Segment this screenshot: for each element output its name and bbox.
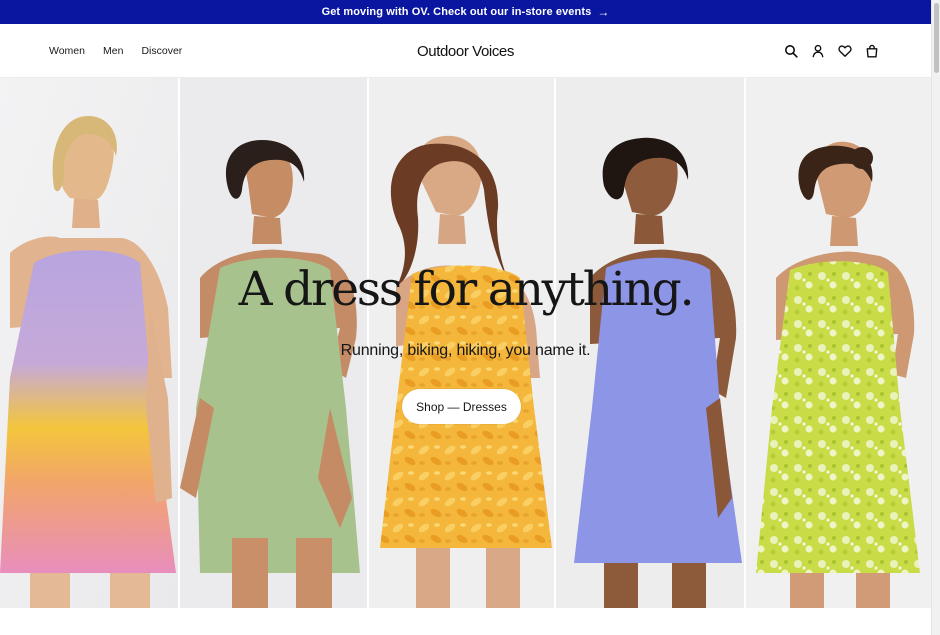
account-icon[interactable] bbox=[811, 44, 825, 58]
wishlist-heart-icon[interactable] bbox=[838, 44, 852, 58]
nav-women[interactable]: Women bbox=[49, 45, 85, 57]
arrow-right-icon: → bbox=[597, 5, 610, 19]
shop-dresses-button[interactable]: Shop — Dresses bbox=[402, 389, 521, 424]
search-icon[interactable] bbox=[784, 44, 798, 58]
site-header: Women Men Discover Outdoor Voices bbox=[0, 24, 931, 78]
announcement-text[interactable]: Get moving with OV. Check out our in-sto… bbox=[322, 6, 592, 18]
hero-image-collage bbox=[0, 78, 931, 608]
nav-men[interactable]: Men bbox=[103, 45, 123, 57]
nav-discover[interactable]: Discover bbox=[141, 45, 182, 57]
announcement-bar[interactable]: Get moving with OV. Check out our in-sto… bbox=[0, 0, 931, 24]
page-scrollbar[interactable] bbox=[931, 0, 940, 635]
cart-bag-icon[interactable] bbox=[865, 44, 879, 58]
site-logo[interactable]: Outdoor Voices bbox=[417, 43, 514, 60]
primary-nav: Women Men Discover bbox=[49, 24, 182, 78]
utility-nav bbox=[784, 24, 879, 78]
scrollbar-thumb[interactable] bbox=[934, 3, 939, 73]
hero-banner[interactable] bbox=[0, 78, 931, 608]
